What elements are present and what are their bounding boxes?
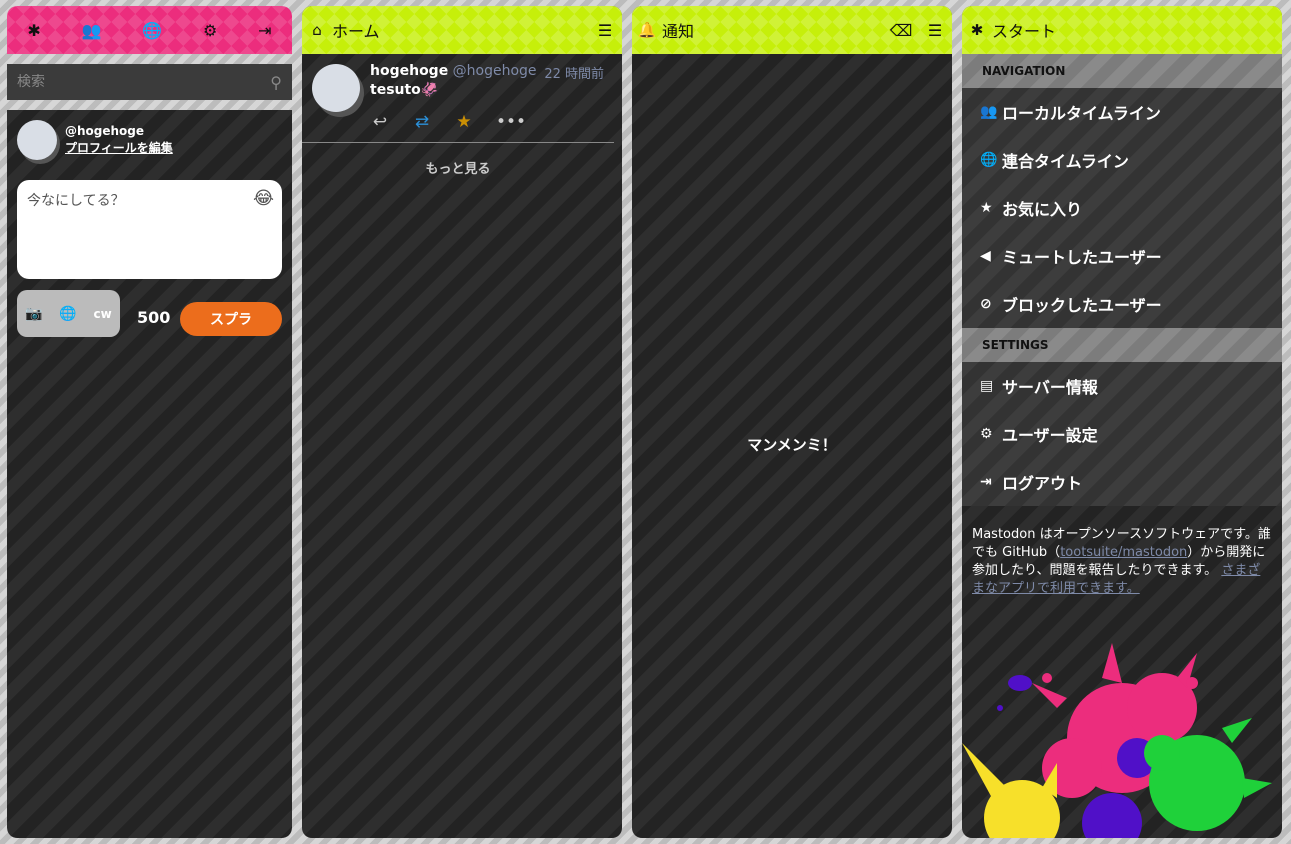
logout-icon[interactable]: ⇥ (258, 21, 271, 40)
emoji-picker-icon[interactable]: 😂 (253, 188, 274, 209)
search-input[interactable] (17, 74, 271, 90)
about-text: Mastodon はオープンソースソフトウェアです。誰でも GitHub（too… (962, 506, 1282, 598)
github-link[interactable]: tootsuite/mastodon (1060, 545, 1187, 560)
status-content: tesuto (370, 82, 421, 98)
account-handle: @hogehoge (452, 63, 537, 79)
boost-icon[interactable]: ⇄ (412, 112, 432, 132)
more-ellipsis-icon[interactable]: ••• (496, 112, 526, 132)
cog-icon: ⚙ (980, 426, 993, 442)
ban-icon: ⊘ (980, 296, 992, 312)
nav-item-label: 連合タイムライン (1002, 152, 1129, 171)
favourite-star-icon[interactable]: ★ (454, 112, 474, 132)
search-icon[interactable]: ⚲ (270, 73, 282, 92)
navigation-bar: @hogehoge プロフィールを編集 (17, 120, 173, 160)
nav-item-federated-timeline[interactable]: 🌐 連合タイムライン (962, 136, 1282, 184)
compose-textarea[interactable] (27, 190, 257, 270)
account-handle: @hogehoge (65, 124, 145, 138)
privacy-globe-icon[interactable]: 🌐 (59, 306, 76, 322)
navigation-list: 👥 ローカルタイムライン 🌐 連合タイムライン ★ お気に入り ◀ ミュートしたユーザー… (962, 88, 1282, 328)
settings-list: ▤ サーバー情報 ⚙ ユーザー設定 ⇥ ログアウト (962, 362, 1282, 506)
users-icon: 👥 (980, 104, 998, 120)
edit-profile-link[interactable]: プロフィールを編集 (65, 140, 173, 157)
nav-item-label: ローカルタイムライン (1002, 104, 1161, 123)
star-icon: ★ (980, 200, 993, 216)
nav-item-label: お気に入り (1002, 200, 1083, 219)
empty-message: マンメンミ！ (747, 436, 837, 454)
home-column: ⌂ ホーム ☰ hogehoge @hogehoge 22 時間前 tesuto… (302, 6, 622, 838)
notifications-column: 🔔 通知 ⌫ ☰ マンメンミ！ (632, 6, 952, 838)
column-header: ✱ スタート (962, 6, 1282, 54)
nav-item-label: ログアウト (1002, 474, 1083, 493)
column-header: ⌂ ホーム ☰ (302, 6, 622, 54)
column-title: スタート (992, 22, 1057, 41)
nav-item-mutes[interactable]: ◀ ミュートしたユーザー (962, 232, 1282, 280)
nav-item-preferences[interactable]: ⚙ ユーザー設定 (962, 410, 1282, 458)
nav-item-favourites[interactable]: ★ お気に入り (962, 184, 1282, 232)
bell-icon: 🔔 (637, 21, 657, 39)
local-timeline-icon[interactable]: 👥 (82, 21, 102, 40)
volume-off-icon: ◀ (980, 248, 991, 264)
character-counter: 500 (137, 308, 171, 327)
column-title[interactable]: 通知 (662, 18, 884, 42)
getting-started-icon[interactable]: ✱ (27, 21, 40, 40)
asterisk-icon: ✱ (970, 21, 984, 39)
nav-item-server-info[interactable]: ▤ サーバー情報 (962, 362, 1282, 410)
search-bar: ⚲ (7, 64, 292, 100)
preferences-icon[interactable]: ⚙ (203, 21, 217, 40)
nav-item-logout[interactable]: ⇥ ログアウト (962, 458, 1282, 506)
avatar[interactable] (312, 64, 360, 112)
ink-splat-illustration (962, 643, 1272, 838)
nav-item-label: サーバー情報 (1002, 378, 1098, 397)
settings-sliders-icon[interactable]: ☰ (918, 21, 952, 40)
column-header: 🔔 通知 ⌫ ☰ (632, 6, 952, 54)
nav-item-label: ミュートしたユーザー (1002, 248, 1162, 267)
sign-out-icon: ⇥ (980, 474, 992, 490)
nav-item-local-timeline[interactable]: 👥 ローカルタイムライン (962, 88, 1282, 136)
display-name[interactable]: hogehoge (370, 63, 448, 79)
load-more-button[interactable]: もっと見る (302, 158, 614, 177)
reply-icon[interactable]: ↩ (370, 112, 390, 132)
home-icon: ⌂ (312, 21, 322, 39)
compose-form: 😂 (17, 180, 282, 279)
column-title[interactable]: ホーム (332, 18, 588, 42)
book-icon: ▤ (980, 378, 994, 394)
globe-icon: 🌐 (980, 152, 998, 168)
federated-timeline-icon[interactable]: 🌐 (142, 21, 162, 40)
nav-item-label: ユーザー設定 (1002, 426, 1098, 445)
content-warning-button[interactable]: cw (93, 307, 111, 321)
nav-item-blocks[interactable]: ⊘ ブロックしたユーザー (962, 280, 1282, 328)
publish-button[interactable]: スプラ (180, 302, 282, 336)
eraser-icon[interactable]: ⌫ (884, 21, 918, 40)
emoji-icon: 🦑 (420, 82, 439, 98)
section-label-settings: SETTINGS (962, 328, 1282, 362)
status-actions: ↩ ⇄ ★ ••• (370, 112, 526, 132)
avatar[interactable] (17, 120, 57, 160)
compose-drawer: ✱ 👥 🌐 ⚙ ⇥ ⚲ @hogehoge プロフィールを編集 😂 📷 🌐 cw… (7, 6, 292, 838)
settings-sliders-icon[interactable]: ☰ (588, 21, 622, 40)
camera-icon[interactable]: 📷 (25, 306, 42, 322)
status-item[interactable]: hogehoge @hogehoge 22 時間前 tesuto🦑 ↩ ⇄ ★ … (302, 54, 614, 143)
section-label-navigation: NAVIGATION (962, 54, 1282, 88)
nav-item-label: ブロックしたユーザー (1002, 296, 1162, 315)
drawer-nav-bar: ✱ 👥 🌐 ⚙ ⇥ (7, 6, 292, 54)
compose-tools: 📷 🌐 cw (17, 290, 120, 337)
status-timestamp[interactable]: 22 時間前 (544, 63, 604, 82)
getting-started-column: ✱ スタート NAVIGATION 👥 ローカルタイムライン 🌐 連合タイムライン … (962, 6, 1282, 838)
